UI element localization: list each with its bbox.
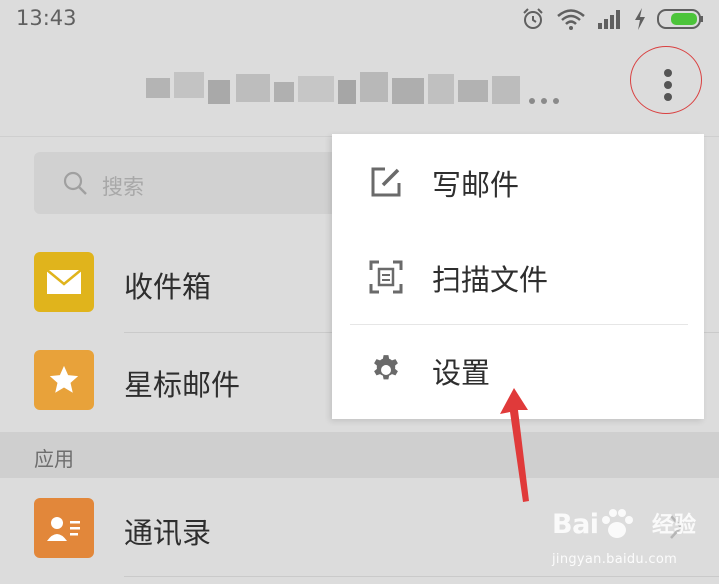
watermark-brand: 经验 [652, 513, 697, 538]
menu-label-scan: 扫描文件 [432, 263, 549, 297]
gear-icon [368, 352, 404, 388]
menu-label-compose: 写邮件 [432, 168, 520, 202]
inbox-label: 收件箱 [124, 270, 212, 304]
menu-label-settings: 设置 [432, 356, 491, 390]
account-title-redacted [146, 70, 566, 112]
section-label: 应用 [34, 447, 74, 471]
contact-card-icon [47, 517, 80, 541]
contacts-label: 通讯录 [124, 516, 212, 550]
starred-folder-icon [34, 350, 94, 410]
menu-item-compose[interactable]: 写邮件 [332, 134, 704, 229]
contacts-app-icon [34, 498, 94, 558]
wifi-icon [557, 9, 585, 30]
section-header-apps [0, 432, 719, 478]
inbox-folder-icon [34, 252, 94, 312]
scan-icon [368, 259, 404, 295]
star-icon [49, 365, 79, 393]
alarm-icon [523, 8, 543, 29]
compose-icon [368, 164, 404, 200]
list-divider [124, 576, 719, 577]
signal-icon [598, 10, 620, 29]
charging-icon [635, 8, 645, 30]
annotation-circle [630, 46, 702, 114]
battery-icon [657, 9, 703, 29]
envelope-icon [46, 269, 82, 294]
starred-label: 星标邮件 [124, 368, 241, 402]
status-icons [521, 6, 705, 32]
annotation-arrow [500, 388, 529, 502]
watermark-url: jingyan.baidu.com [552, 552, 678, 567]
menu-item-scan[interactable]: 扫描文件 [332, 229, 704, 324]
paw-icon [602, 509, 633, 538]
status-time: 13:43 [16, 6, 77, 30]
search-placeholder: 搜索 [102, 175, 144, 199]
overflow-menu: 写邮件 扫描文件 设置 [332, 134, 704, 419]
search-icon [63, 171, 87, 195]
menu-divider [350, 324, 688, 325]
search-input[interactable] [34, 152, 354, 214]
watermark-logo: Bai [552, 509, 599, 540]
